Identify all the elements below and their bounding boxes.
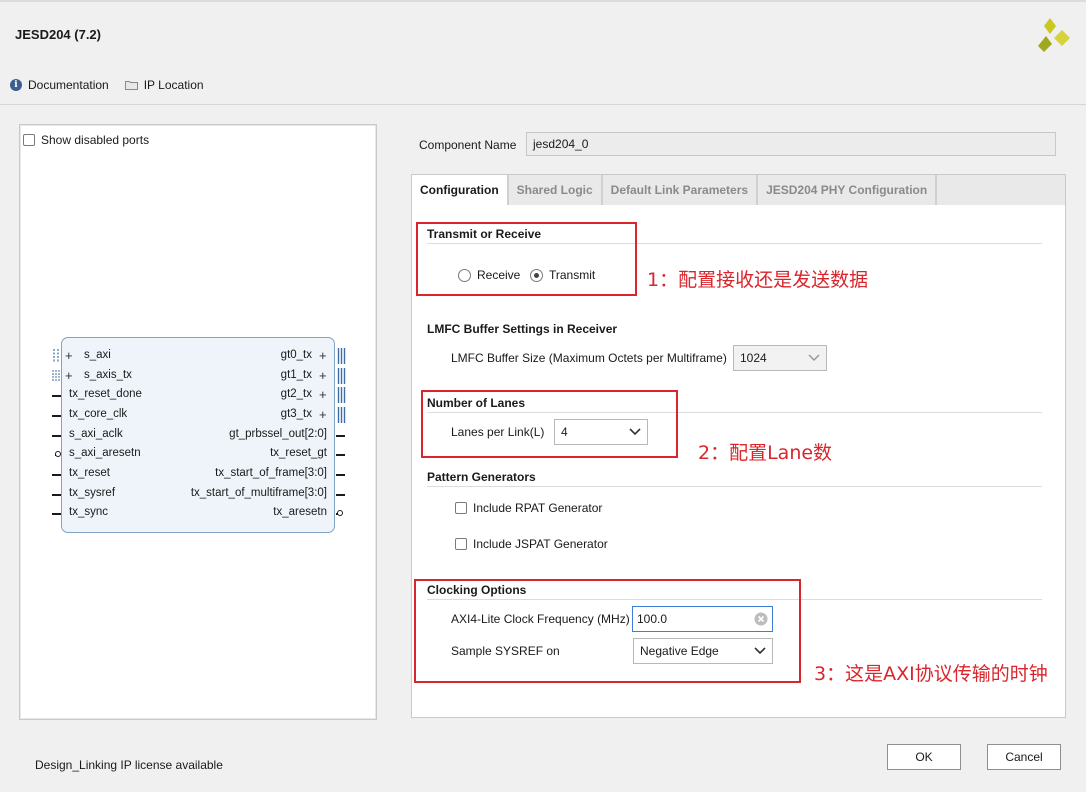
- ip-left-port-label: tx_reset: [69, 467, 110, 479]
- jspat-label: Include JSPAT Generator: [473, 537, 608, 551]
- annotation-text-3: 3：这是AXI协议传输的时钟: [814, 663, 1048, 685]
- ip-right-port-label: gt1_tx: [280, 369, 312, 381]
- ip-left-port-label: tx_sysref: [69, 487, 116, 499]
- port-pin: [52, 513, 61, 515]
- annotation-box-transmit-receive: [416, 222, 637, 296]
- show-disabled-ports-label: Show disabled ports: [41, 133, 150, 147]
- section-divider: [427, 486, 1042, 487]
- lmfc-buffer-label: LMFC Buffer Size (Maximum Octets per Mul…: [451, 351, 727, 365]
- tab-jesd204-phy-configuration[interactable]: JESD204 PHY Configuration: [758, 175, 938, 205]
- ip-left-port-label: tx_core_clk: [69, 408, 128, 420]
- ip-right-port-label: gt3_tx: [280, 408, 312, 420]
- bus-interface-icon: [337, 387, 346, 403]
- port-pin: [52, 395, 61, 397]
- port-pin: [52, 494, 61, 496]
- tab-configuration[interactable]: Configuration: [412, 175, 509, 205]
- ip-left-port-label: tx_reset_done: [69, 388, 142, 400]
- rpat-checkbox[interactable]: [455, 502, 467, 514]
- ok-button[interactable]: OK: [887, 744, 961, 770]
- port-pin: [52, 415, 61, 417]
- inverted-pin-icon: [55, 451, 61, 457]
- jspat-option[interactable]: Include JSPAT Generator: [455, 537, 608, 551]
- ip-left-port-label: s_axi: [84, 349, 111, 361]
- show-disabled-ports-checkbox[interactable]: [23, 134, 35, 146]
- lmfc-heading: LMFC Buffer Settings in Receiver: [427, 322, 618, 336]
- port-pin: [336, 494, 345, 496]
- lmfc-buffer-value: 1024: [740, 351, 767, 365]
- port-pin: [52, 474, 61, 476]
- cancel-button[interactable]: Cancel: [987, 744, 1061, 770]
- ip-right-port-label: gt0_tx: [280, 349, 312, 361]
- show-disabled-ports[interactable]: Show disabled ports: [23, 133, 149, 147]
- plus-icon[interactable]: +: [319, 349, 327, 362]
- component-name-input[interactable]: jesd204_0: [526, 132, 1056, 156]
- bus-interface-icon: [337, 348, 346, 364]
- ip-right-port-label: tx_start_of_multiframe[3:0]: [190, 487, 327, 499]
- top-links: i Documentation IP Location: [10, 78, 204, 92]
- plus-icon[interactable]: +: [319, 408, 327, 421]
- ip-left-port-label: s_axi_aclk: [69, 428, 123, 440]
- chevron-down-icon: [808, 354, 820, 362]
- ip-left-port-label: s_axi_aresetn: [69, 447, 141, 459]
- annotation-text-2: 2：配置Lane数: [698, 442, 833, 464]
- bus-interface-icon: [337, 407, 346, 423]
- pattern-generators-heading: Pattern Generators: [427, 470, 536, 484]
- tab-shared-logic[interactable]: Shared Logic: [509, 175, 603, 205]
- tab-bar: Configuration Shared Logic Default Link …: [412, 175, 1065, 205]
- jspat-checkbox[interactable]: [455, 538, 467, 550]
- plus-icon[interactable]: +: [319, 369, 327, 382]
- port-pin: [52, 435, 61, 437]
- ip-location-link[interactable]: IP Location: [144, 78, 204, 92]
- header-divider: [0, 104, 1086, 105]
- plus-icon[interactable]: +: [319, 388, 327, 401]
- ip-left-port-label: tx_sync: [69, 506, 108, 518]
- ip-right-port-label: tx_start_of_frame[3:0]: [215, 467, 327, 479]
- annotation-text-1: 1：配置接收还是发送数据: [647, 269, 869, 291]
- component-name-label: Component Name: [419, 138, 517, 152]
- bus-interface-icon: [337, 368, 346, 384]
- vivado-logo-icon: [1038, 18, 1070, 52]
- port-pin: [336, 474, 345, 476]
- rpat-option[interactable]: Include RPAT Generator: [455, 501, 602, 515]
- annotation-box-lanes: [421, 390, 678, 458]
- rpat-label: Include RPAT Generator: [473, 501, 603, 515]
- plus-icon[interactable]: +: [65, 369, 73, 382]
- bus-interface-icon: [53, 349, 59, 363]
- port-pin: [336, 435, 345, 437]
- annotation-box-clocking: [414, 579, 801, 683]
- top-border: [0, 0, 1086, 2]
- info-icon: i: [10, 79, 22, 91]
- plus-icon[interactable]: +: [65, 349, 73, 362]
- port-pin: [336, 454, 345, 456]
- inverted-pin-icon: [337, 510, 343, 516]
- folder-icon: [124, 81, 138, 90]
- ip-right-port-label: tx_aresetn: [273, 506, 327, 518]
- ip-left-port-label: s_axis_tx: [84, 369, 132, 381]
- tab-default-link-parameters[interactable]: Default Link Parameters: [603, 175, 759, 205]
- ip-right-port-label: gt_prbssel_out[2:0]: [229, 428, 327, 440]
- bus-interface-icon: [52, 370, 60, 381]
- ip-right-port-label: gt2_tx: [280, 388, 312, 400]
- ip-right-port-label: tx_reset_gt: [270, 447, 327, 459]
- lmfc-buffer-select[interactable]: 1024: [733, 345, 827, 371]
- window-title: JESD204 (7.2): [15, 27, 101, 42]
- license-status: Design_Linking IP license available: [35, 758, 223, 772]
- documentation-link[interactable]: Documentation: [28, 78, 109, 92]
